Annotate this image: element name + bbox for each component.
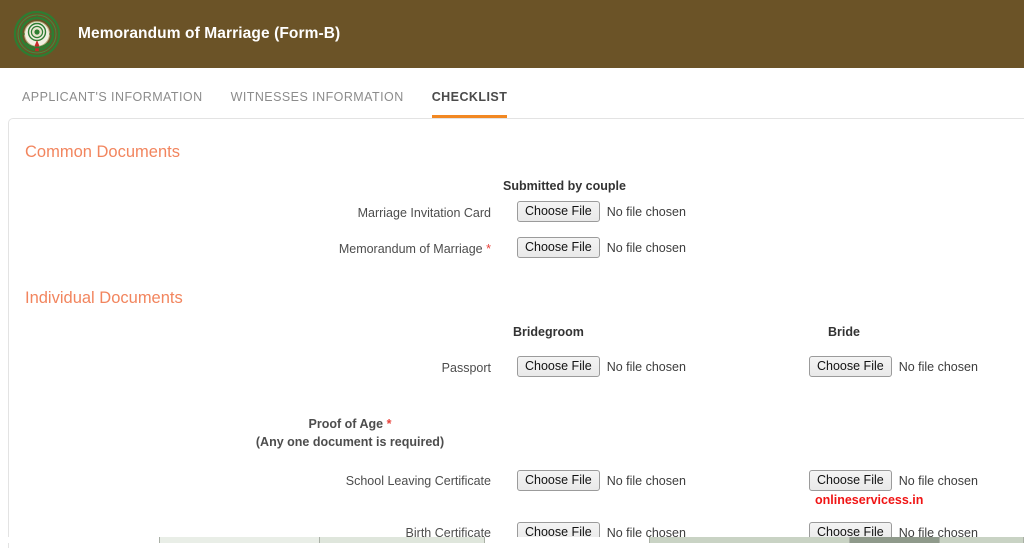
column-header-submitted-by-couple: Submitted by couple <box>503 179 626 193</box>
file-input-passport-bridegroom[interactable]: Choose File No file chosen <box>517 356 686 377</box>
file-input-passport-bride[interactable]: Choose File No file chosen <box>809 356 978 377</box>
file-status-text: No file chosen <box>606 359 686 374</box>
tab-checklist[interactable]: CHECKLIST <box>431 90 508 118</box>
taskbar-item[interactable] <box>485 537 650 543</box>
andhra-pradesh-government-emblem-icon <box>13 10 61 58</box>
checklist-panel: Common Documents Submitted by couple Mar… <box>8 118 1024 548</box>
file-status-text: No file chosen <box>898 359 978 374</box>
site-watermark: onlineservicess.in <box>815 493 924 507</box>
os-taskbar-sliver <box>0 537 1024 543</box>
row-label-school-leaving-certificate: School Leaving Certificate <box>345 474 491 488</box>
required-marker: * <box>486 242 491 256</box>
taskbar-item[interactable] <box>320 537 485 543</box>
taskbar-tray[interactable] <box>940 537 1024 543</box>
file-status-text: No file chosen <box>606 204 686 219</box>
choose-file-button[interactable]: Choose File <box>517 237 600 258</box>
individual-documents-heading: Individual Documents <box>25 289 183 307</box>
tab-bar: APPLICANT'S INFORMATION WITNESSES INFORM… <box>0 68 1024 118</box>
taskbar-item[interactable] <box>160 537 320 543</box>
choose-file-button[interactable]: Choose File <box>809 470 892 491</box>
column-header-bride: Bride <box>828 325 860 339</box>
file-input-marriage-invitation-card-couple[interactable]: Choose File No file chosen <box>517 201 686 222</box>
taskbar-item[interactable] <box>650 537 850 543</box>
required-marker: * <box>386 417 392 431</box>
file-input-school-leaving-certificate-bride[interactable]: Choose File No file chosen <box>809 470 978 491</box>
column-header-bridegroom: Bridegroom <box>513 325 584 339</box>
taskbar-item[interactable] <box>850 537 940 543</box>
choose-file-button[interactable]: Choose File <box>517 356 600 377</box>
taskbar-item[interactable] <box>0 537 160 543</box>
choose-file-button[interactable]: Choose File <box>809 356 892 377</box>
choose-file-button[interactable]: Choose File <box>517 470 600 491</box>
row-label-passport: Passport <box>441 361 491 375</box>
row-label-memorandum-of-marriage: Memorandum of Marriage * <box>338 242 491 256</box>
tab-witnesses-information[interactable]: WITNESSES INFORMATION <box>231 90 404 118</box>
row-label-marriage-invitation-card: Marriage Invitation Card <box>357 206 491 220</box>
common-documents-heading: Common Documents <box>25 143 180 161</box>
file-status-text: No file chosen <box>606 240 686 255</box>
file-input-school-leaving-certificate-bridegroom[interactable]: Choose File No file chosen <box>517 470 686 491</box>
page-title: Memorandum of Marriage (Form-B) <box>78 25 341 42</box>
app-header: Memorandum of Marriage (Form-B) <box>0 0 1024 68</box>
tab-applicants-information[interactable]: APPLICANT'S INFORMATION <box>22 90 203 118</box>
proof-of-age-note: (Any one document is required) <box>255 435 445 449</box>
file-status-text: No file chosen <box>898 473 978 488</box>
file-input-memorandum-of-marriage-couple[interactable]: Choose File No file chosen <box>517 237 686 258</box>
file-status-text: No file chosen <box>606 473 686 488</box>
choose-file-button[interactable]: Choose File <box>517 201 600 222</box>
proof-of-age-label: Proof of Age * <box>308 417 392 431</box>
